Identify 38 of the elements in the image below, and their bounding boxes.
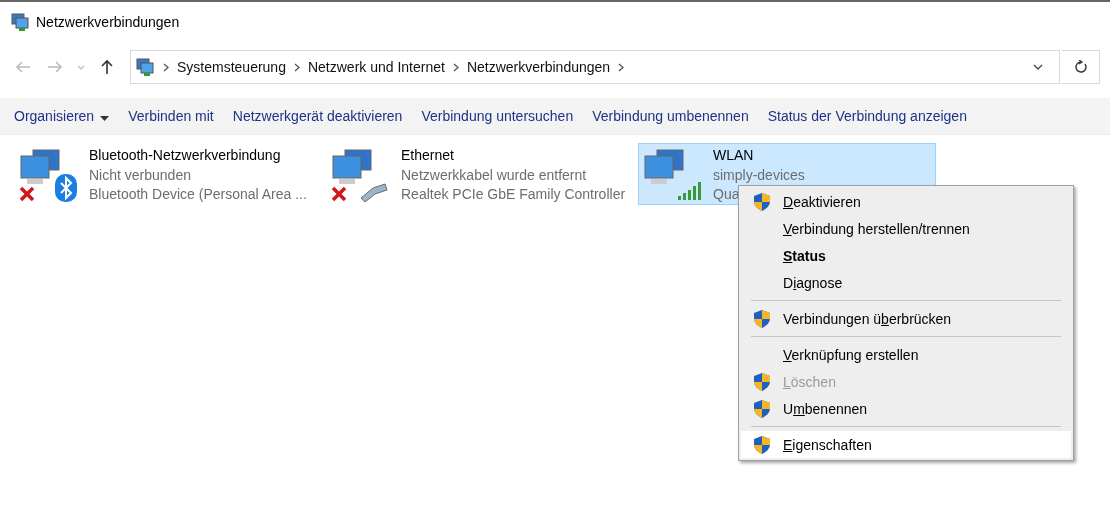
connection-status: Nicht verbunden (89, 165, 191, 185)
address-bar[interactable]: Systemsteuerung Netzwerk und Internet Netzwerkverbindungen (130, 50, 1060, 84)
network-icon (10, 12, 30, 32)
connection-status: Netzwerkkabel wurde entfernt (401, 165, 587, 185)
adapter-name: Bluetooth Device (Personal Area ... (89, 185, 307, 204)
window-title: Netzwerkverbindungen (36, 14, 180, 30)
connection-name: WLAN (713, 146, 754, 165)
adapter-name: Qua (713, 185, 740, 204)
chevron-right-icon (618, 62, 625, 72)
menu-item[interactable]: Verknüpfung erstellen (741, 341, 1071, 368)
refresh-icon[interactable] (1073, 60, 1088, 74)
toolbar-button[interactable]: Verbinden mit (120, 101, 222, 131)
connection-item[interactable]: Bluetooth-Netzwerkverbindung Nicht verbunden Bluetooth Device (Personal Area ... (14, 143, 312, 205)
toolbar-button[interactable]: Verbindung umbenennen (584, 101, 757, 131)
menu-item[interactable]: Verbindung herstellen/trennen (741, 215, 1071, 242)
connection-name: Bluetooth-Netzwerkverbindung (89, 146, 281, 165)
connection-item[interactable]: Ethernet Netzwerkkabel wurde entfernt Realtek PCIe GbE Family Controller (326, 143, 624, 205)
breadcrumb-item[interactable]: Systemsteuerung (177, 59, 286, 75)
toolbar-button[interactable]: Netzwerkgerät deaktivieren (224, 101, 411, 131)
menu-item[interactable]: Verbindungen überbrücken (741, 305, 1071, 332)
connection-status: simply-devices (713, 165, 805, 185)
adapter-name: Realtek PCIe GbE Family Controller (401, 185, 626, 204)
toolbar-button[interactable]: Organisieren (6, 101, 118, 131)
menu-item[interactable]: Eigenschaften (741, 431, 1071, 458)
toolbar-button[interactable]: Status der Verbindung anzeigen (759, 101, 975, 131)
up-arrow-icon[interactable] (100, 59, 114, 75)
refresh-button[interactable] (1062, 50, 1100, 84)
chevron-right-icon (163, 62, 169, 72)
network-icon (135, 57, 155, 77)
menu-item[interactable]: Umbenennen (741, 395, 1071, 422)
menu-item[interactable]: Diagnose (741, 269, 1071, 296)
toolbar-button[interactable]: Verbindung untersuchen (413, 101, 582, 131)
chevron-right-icon (293, 62, 300, 72)
breadcrumb-item[interactable]: Netzwerkverbindungen (466, 59, 611, 75)
chevron-right-icon (452, 62, 459, 72)
menu-item[interactable]: Status (741, 242, 1071, 269)
connection-name: Ethernet (401, 146, 454, 165)
breadcrumb-item[interactable]: Netzwerk und Internet (307, 59, 445, 75)
